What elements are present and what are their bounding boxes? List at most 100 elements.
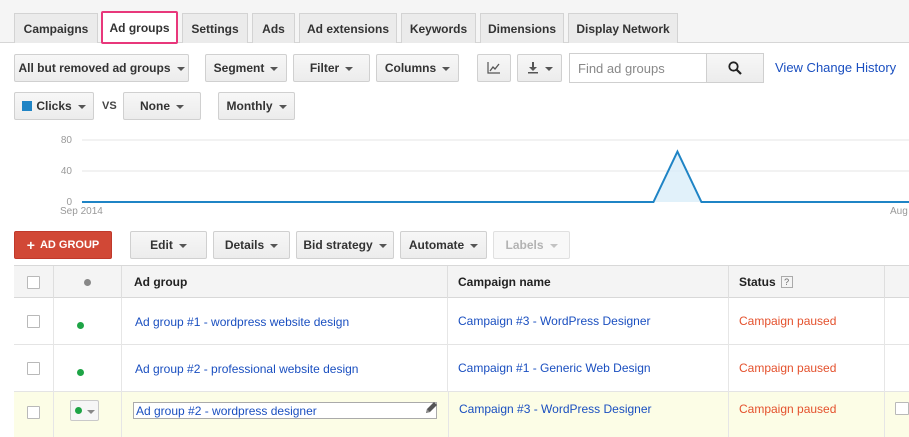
button-label: Edit [150,238,173,252]
table-row: Ad group #1 - wordpress website design C… [14,298,909,345]
chevron-down-icon [544,67,553,71]
ad-groups-table: Ad group Campaign name Status ? Ad group… [14,265,909,437]
clicks-color-swatch [22,101,33,111]
button-label: Details [224,238,265,252]
column-header-label: Status [739,275,776,289]
automate-button[interactable]: Automate [400,231,487,259]
button-label: AD GROUP [39,239,100,251]
column-header-label: Campaign name [458,275,551,289]
x-end-label: Aug [890,206,908,217]
ad-group-edit-field[interactable]: Ad group #2 - wordpress designer [133,402,437,419]
row-checkbox[interactable] [27,315,40,328]
ad-group-link[interactable]: Ad group #1 - wordpress website design [135,315,349,329]
row-checkbox[interactable] [27,362,40,375]
help-icon[interactable]: ? [780,276,793,288]
bid-strategy-button[interactable]: Bid strategy [296,231,394,259]
metric2-dropdown[interactable]: None [123,92,201,120]
view-change-history-link[interactable]: View Change History [775,60,896,75]
campaign-cell: Campaign #3 - WordPress Designer [448,298,729,345]
table-header: Ad group Campaign name Status ? [14,266,909,298]
labels-button: Labels [493,231,570,259]
status-dot-cell [54,345,122,392]
tab-ads[interactable]: Ads [252,13,295,43]
dropdown-label: None [140,99,170,113]
column-header-label: Ad group [134,275,188,289]
search-icon [728,61,742,75]
plus-icon: + [26,236,35,253]
tab-campaigns[interactable]: Campaigns [14,13,98,43]
tab-label: Ad extensions [306,21,390,36]
tab-label: Settings [191,21,239,36]
x-start-label: Sep 2014 [60,206,103,217]
status-cell: Campaign paused [729,298,885,345]
clicks-series-line [82,149,909,203]
chevron-down-icon [176,105,184,109]
dropdown-label: Monthly [226,99,273,113]
tab-ad-extensions[interactable]: Ad extensions [299,13,397,43]
campaign-link[interactable]: Campaign #3 - WordPress Designer [458,314,651,328]
details-button[interactable]: Details [213,231,290,259]
segment-button[interactable]: Segment [205,54,287,82]
tab-label: Keywords [409,21,468,36]
vs-label: VS [102,100,117,112]
add-ad-group-button[interactable]: + AD GROUP [14,231,112,259]
enabled-status-icon [77,369,84,376]
ad-group-cell: Ad group #2 - professional website desig… [122,345,448,392]
table-row: Ad group #2 - professional website desig… [14,345,909,392]
pencil-icon[interactable] [424,401,438,415]
y-tick-label: 80 [61,135,73,146]
find-ad-groups-search [569,53,764,83]
row-extra-checkbox[interactable] [895,402,909,415]
chevron-down-icon [176,67,185,71]
ad-group-cell: Ad group #1 - wordpress website design [122,298,448,345]
status-text: Campaign paused [739,401,837,416]
chevron-down-icon [270,244,279,248]
tab-label: Dimensions [487,21,556,36]
header-status[interactable]: Status ? [729,266,885,298]
period-dropdown[interactable]: Monthly [218,92,295,120]
header-campaign-name[interactable]: Campaign name [448,266,729,298]
tab-ad-groups[interactable]: Ad groups [101,11,178,44]
select-all-checkbox[interactable] [27,275,40,289]
chevron-down-icon [270,67,279,71]
button-label: Bid strategy [303,238,373,252]
tab-bar: Campaigns Ad groups Settings Ads Ad exte… [0,0,909,44]
campaign-cell: Campaign #1 - Generic Web Design [448,345,729,392]
chevron-down-icon [178,244,187,248]
ad-group-link[interactable]: Ad group #2 - professional website desig… [135,362,358,376]
tab-keywords[interactable]: Keywords [401,13,476,43]
line-chart-icon [487,62,500,74]
tab-dimensions[interactable]: Dimensions [480,13,564,43]
header-select-cell [14,266,54,298]
tab-label: Ads [262,21,285,36]
campaign-cell: Campaign #3 - WordPress Designer [448,392,729,437]
header-ad-group[interactable]: Ad group [122,266,448,298]
ad-group-status-filter-dropdown[interactable]: All but removed ad groups [14,54,189,82]
tab-display-network[interactable]: Display Network [568,13,678,43]
filter-button[interactable]: Filter [293,54,370,82]
edit-button[interactable]: Edit [130,231,207,259]
download-icon [527,62,538,74]
metric1-dropdown[interactable]: Clicks [14,92,94,120]
campaign-link[interactable]: Campaign #3 - WordPress Designer [459,402,652,416]
y-tick-label: 40 [61,166,73,177]
download-button[interactable] [517,54,562,82]
toggle-chart-button[interactable] [477,54,511,82]
status-dot-icon [84,278,91,286]
ad-group-cell: Ad group #2 - wordpress designer [14,392,448,437]
search-button[interactable] [706,53,764,83]
extra-cell [885,392,909,437]
select-cell [14,298,54,345]
status-cell: Campaign paused [729,392,885,437]
campaign-link[interactable]: Campaign #1 - Generic Web Design [458,361,651,375]
clicks-chart: 80 40 0 Sep 2014 Aug [60,135,909,217]
chevron-down-icon [549,244,558,248]
columns-button[interactable]: Columns [376,54,459,82]
ad-group-link[interactable]: Ad group #2 - wordpress designer [136,404,317,418]
table-row-hovered: Ad group #2 - wordpress designer Campaig… [14,392,909,437]
tab-settings[interactable]: Settings [182,13,248,43]
status-text: Campaign paused [739,360,837,375]
search-input[interactable] [570,54,706,82]
status-dot-cell [54,298,122,345]
button-label: Segment [213,61,265,75]
